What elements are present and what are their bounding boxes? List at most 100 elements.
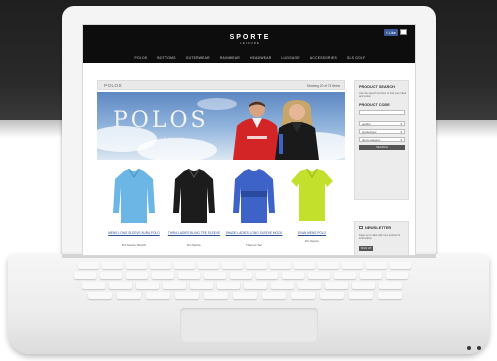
keyboard-key — [318, 262, 339, 269]
keyboard-key — [100, 272, 122, 279]
keyboard-key — [325, 282, 348, 289]
keyboard-key — [102, 262, 123, 269]
nav-item-accessories[interactable]: ACCESSORIES — [310, 56, 337, 60]
keyboard-key — [136, 282, 159, 289]
product-brand: DrI-Sporte Stretch — [121, 243, 147, 247]
social-links: f Like — [384, 29, 407, 36]
producttype-select[interactable]: producttype ▾ — [359, 129, 405, 134]
keyboard-key — [150, 262, 171, 269]
keyboard-key — [230, 272, 252, 279]
producttype-select-value: producttype — [362, 130, 377, 134]
newsletter-text: Keep up to date with new product & infor… — [359, 234, 400, 241]
nav-item-luggage[interactable]: LUGGAGE — [281, 56, 299, 60]
keyboard-key — [74, 272, 96, 279]
keyboard-key — [204, 272, 226, 279]
search-button[interactable]: SEARCH — [359, 145, 405, 150]
logo-subtext: LEISURE — [240, 41, 260, 45]
product-image[interactable] — [225, 165, 283, 225]
keyboard-key — [222, 262, 243, 269]
category-select-value: Items category — [362, 138, 381, 142]
keyboard-key — [294, 262, 315, 269]
laptop-screen: SPORTE LEISURE f Like POLOS BOTTOMS OUTE… — [82, 24, 416, 256]
keyboard-key — [146, 292, 170, 299]
category-title-bar: POLOS Showing 20 of 73 Items — [97, 80, 345, 90]
newsletter-panel: NEWSLETTER Keep up to date with new prod… — [354, 221, 409, 255]
gender-select-value: gender — [362, 122, 371, 126]
chevron-down-icon: ▾ — [400, 138, 402, 142]
banner-subtitle: 2013 · 2014 COLLECTION — [115, 136, 186, 141]
product-name[interactable]: THIRA LADIES BLING TEE SLEEVE — [165, 231, 223, 235]
product-search-panel: PRODUCT SEARCH Use the search function t… — [354, 80, 409, 200]
keyboard-key — [88, 292, 112, 299]
product-name[interactable]: MENS LONG SLEEVE AURA POLO — [105, 231, 163, 235]
nav-item-sls-golf[interactable]: SLS GOLF — [347, 56, 366, 60]
nav-item-rainwear[interactable]: RAINWEAR — [220, 56, 240, 60]
site-logo[interactable]: SPORTE LEISURE — [223, 34, 277, 45]
site-header: SPORTE LEISURE f Like POLOS BOTTOMS OUTE… — [83, 25, 415, 63]
product-brand: Dri-Sporte — [187, 243, 201, 247]
keyboard-key — [217, 282, 240, 289]
indicator-light-icon — [467, 346, 471, 350]
product-image[interactable] — [105, 165, 163, 225]
keyboard-key — [152, 272, 174, 279]
cloud-shape — [137, 138, 217, 160]
keyboard-key — [366, 262, 387, 269]
indicator-light-icon — [477, 346, 481, 350]
keyboard-key — [262, 292, 286, 299]
chevron-down-icon: ▾ — [400, 130, 402, 134]
keyboard-key — [163, 282, 186, 289]
keyboard-key — [379, 282, 402, 289]
keyboard-key — [298, 282, 321, 289]
nav-item-outerwear[interactable]: OUTERWEAR — [186, 56, 210, 60]
keyboard-key — [174, 262, 195, 269]
keyboard-key — [109, 282, 132, 289]
facebook-like-button[interactable]: f Like — [384, 29, 398, 36]
keyboard-key — [320, 292, 344, 299]
nav-item-polos[interactable]: POLOS — [135, 56, 148, 60]
product-image[interactable] — [283, 165, 341, 225]
keyboard-key — [378, 292, 402, 299]
keyboard-key — [246, 262, 267, 269]
item-count: Showing 20 of 73 Items — [306, 84, 340, 88]
product-name[interactable]: EVAN MENS POLO — [283, 231, 341, 235]
keyboard-key — [126, 272, 148, 279]
keyboard-key — [360, 272, 382, 279]
keyboard-key — [198, 262, 219, 269]
keyboard-key — [117, 292, 141, 299]
email-icon[interactable] — [400, 29, 407, 35]
gender-select[interactable]: gender ▾ — [359, 121, 405, 126]
product-brand: Dri-Sporte — [305, 239, 319, 243]
product-search-text: Use the search function to find your ide… — [359, 92, 407, 99]
category-select[interactable]: Items category ▾ — [359, 137, 405, 142]
nav-item-headwear[interactable]: HEADWEAR — [250, 56, 271, 60]
product-name[interactable]: SHADE LADIES LONG SLEEVE MOCK — [225, 231, 283, 235]
nav-item-bottoms[interactable]: BOTTOMS — [157, 56, 175, 60]
envelope-icon — [359, 226, 363, 229]
keyboard-key — [308, 272, 330, 279]
keyboard-key — [282, 272, 304, 279]
page-title: POLOS — [104, 83, 123, 88]
keyboard-key — [175, 292, 199, 299]
laptop-trackpad[interactable] — [180, 308, 318, 342]
keyboard-key — [390, 262, 411, 269]
logo-text: SPORTE — [229, 34, 271, 41]
chevron-down-icon: ▾ — [400, 122, 402, 126]
keyboard-key — [291, 292, 315, 299]
keyboard-key — [244, 282, 267, 289]
model-woman-image — [275, 100, 319, 160]
product-search-heading: PRODUCT SEARCH — [359, 85, 395, 89]
keyboard-key — [204, 292, 228, 299]
facebook-like-label: Like — [388, 30, 396, 35]
keyboard-key — [334, 272, 356, 279]
keyboard-key — [78, 262, 99, 269]
keyboard-key — [233, 292, 257, 299]
newsletter-heading: NEWSLETTER — [365, 226, 392, 230]
keyboard-key — [386, 272, 408, 279]
main-nav: POLOS BOTTOMS OUTERWEAR RAINWEAR HEADWEA… — [83, 53, 415, 63]
newsletter-signup-button[interactable]: SIGN UP — [359, 246, 373, 251]
keyboard-key — [178, 272, 200, 279]
keyboard-key — [256, 272, 278, 279]
product-code-input[interactable] — [359, 110, 405, 115]
product-image[interactable] — [165, 165, 223, 225]
keyboard-key — [82, 282, 105, 289]
